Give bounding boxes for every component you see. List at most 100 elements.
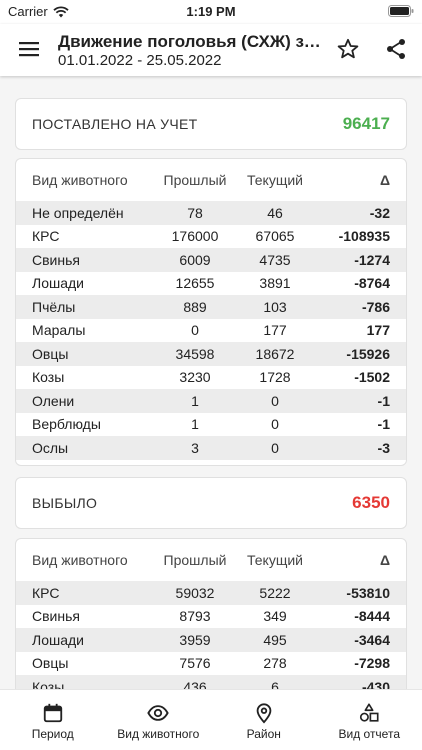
- table-row: Маралы 0 177 177: [16, 319, 406, 343]
- cell-current: 349: [263, 608, 287, 625]
- nav-label-report-type: Вид отчета: [338, 727, 400, 741]
- registered-label: ПОСТАВЛЕНО НА УЧЕТ: [32, 116, 198, 132]
- cell-current: 4735: [259, 251, 291, 268]
- bottom-navigation: Период Вид животного Район Вид отчета: [0, 689, 422, 750]
- table-row: КРС 59032 5222 -53810: [16, 581, 406, 605]
- cell-current: 278: [263, 655, 287, 672]
- cell-previous: 12655: [175, 275, 215, 292]
- cell-current: 0: [271, 439, 279, 456]
- cell-previous: 0: [191, 322, 199, 339]
- column-header-animal: Вид животного: [32, 552, 128, 568]
- table-row: Лошади 12655 3891 -8764: [16, 272, 406, 296]
- cell-animal: Олени: [32, 392, 75, 409]
- disposed-summary-card: ВЫБЫЛО 6350: [15, 477, 407, 529]
- cell-current: 5222: [259, 584, 291, 601]
- table-body: КРС 59032 5222 -53810 Свинья 8793 349 -8444 Ло…: [16, 581, 406, 689]
- cell-current: 67065: [255, 228, 295, 245]
- table-row: Козы 3230 1728 -1502: [16, 366, 406, 390]
- registered-table: Вид животного Прошлый Текущий Δ Не опред…: [15, 158, 407, 466]
- star-icon[interactable]: [336, 37, 360, 61]
- cell-delta: -1: [377, 416, 390, 433]
- cell-current: 0: [271, 416, 279, 433]
- nav-label-district: Район: [246, 727, 281, 741]
- menu-icon[interactable]: [18, 38, 40, 60]
- cell-animal: Маралы: [32, 322, 86, 339]
- cell-delta: -1502: [354, 369, 390, 386]
- column-header-previous: Прошлый: [163, 172, 227, 188]
- column-header-animal: Вид животного: [32, 172, 128, 188]
- cell-animal: Свинья: [32, 251, 80, 268]
- cell-animal: Свинья: [32, 608, 80, 625]
- cell-previous: 78: [187, 204, 203, 221]
- cell-previous: 3959: [179, 631, 211, 648]
- report-content[interactable]: ПОСТАВЛЕНО НА УЧЕТ 96417 Вид животного П…: [0, 86, 422, 689]
- cell-animal: Козы: [32, 369, 65, 386]
- cell-delta: -1: [377, 392, 390, 409]
- cell-animal: Овцы: [32, 345, 69, 362]
- cell-previous: 3: [191, 439, 199, 456]
- location-pin-icon: [256, 703, 272, 724]
- cell-delta: -8764: [354, 275, 390, 292]
- nav-item-district[interactable]: Район: [211, 690, 317, 750]
- column-header-current: Текущий: [247, 172, 303, 188]
- table-body: Не определён 78 46 -32 КРС 176000 67065 -10893…: [16, 201, 406, 460]
- cell-animal: Лошади: [32, 275, 84, 292]
- cell-delta: -3: [377, 439, 390, 456]
- cell-delta: -8444: [354, 608, 390, 625]
- cell-current: 1728: [259, 369, 291, 386]
- cell-delta: -1274: [354, 251, 390, 268]
- clock: 1:19 PM: [186, 4, 236, 19]
- cell-delta: -786: [361, 298, 390, 315]
- cell-delta: -108935: [338, 228, 390, 245]
- table-header: Вид животного Прошлый Текущий Δ: [16, 159, 406, 201]
- cell-previous: 436: [183, 678, 207, 689]
- cell-delta: -53810: [346, 584, 390, 601]
- disposed-label: ВЫБЫЛО: [32, 495, 98, 511]
- cell-previous: 3230: [179, 369, 211, 386]
- registered-value: 96417: [342, 114, 390, 133]
- table-row: Козы 436 6 -430: [16, 675, 406, 689]
- cell-previous: 6009: [179, 251, 211, 268]
- table-row: Не определён 78 46 -32: [16, 201, 406, 225]
- share-icon[interactable]: [384, 37, 408, 61]
- status-bar: Carrier 1:19 PM: [0, 0, 422, 24]
- cell-animal: КРС: [32, 228, 60, 245]
- cell-previous: 889: [183, 298, 207, 315]
- cell-animal: КРС: [32, 584, 60, 601]
- nav-label-period: Период: [31, 727, 74, 741]
- cell-previous: 1: [191, 416, 199, 433]
- nav-item-report-type[interactable]: Вид отчета: [317, 690, 422, 750]
- app-bar: Движение поголовья (СХЖ) за период 01.01…: [0, 24, 422, 76]
- cell-animal: Лошади: [32, 631, 84, 648]
- shapes-icon: [360, 703, 379, 722]
- column-header-delta: Δ: [379, 172, 390, 188]
- eye-icon: [147, 705, 169, 721]
- nav-label-animal-type: Вид животного: [117, 727, 200, 741]
- cell-previous: 34598: [175, 345, 215, 362]
- cell-animal: Овцы: [32, 655, 69, 672]
- nav-item-animal-type[interactable]: Вид животного: [106, 690, 212, 750]
- cell-delta: -7298: [354, 655, 390, 672]
- table-row: Олени 1 0 -1: [16, 389, 406, 413]
- table-row: Свинья 6009 4735 -1274: [16, 248, 406, 272]
- table-row: Пчёлы 889 103 -786: [16, 295, 406, 319]
- date-range: 01.01.2022 - 25.05.2022: [58, 52, 222, 69]
- cell-delta: -15926: [346, 345, 390, 362]
- calendar-icon: [43, 703, 62, 723]
- cell-current: 495: [263, 631, 287, 648]
- column-header-delta: Δ: [379, 552, 390, 568]
- cell-animal: Пчёлы: [32, 298, 76, 315]
- disposed-value: 6350: [352, 493, 390, 512]
- cell-animal: Козы: [32, 678, 65, 689]
- cell-previous: 8793: [179, 608, 211, 625]
- header-titles: Движение поголовья (СХЖ) за период 01.01…: [58, 32, 330, 70]
- battery-icon: [388, 5, 414, 17]
- cell-current: 177: [263, 322, 287, 339]
- cell-animal: Ослы: [32, 439, 69, 456]
- cell-current: 18672: [255, 345, 295, 362]
- table-row: Лошади 3959 495 -3464: [16, 628, 406, 652]
- nav-item-period[interactable]: Период: [0, 690, 106, 750]
- table-row: Свинья 8793 349 -8444: [16, 605, 406, 629]
- cell-current: 3891: [259, 275, 291, 292]
- cell-previous: 59032: [175, 584, 215, 601]
